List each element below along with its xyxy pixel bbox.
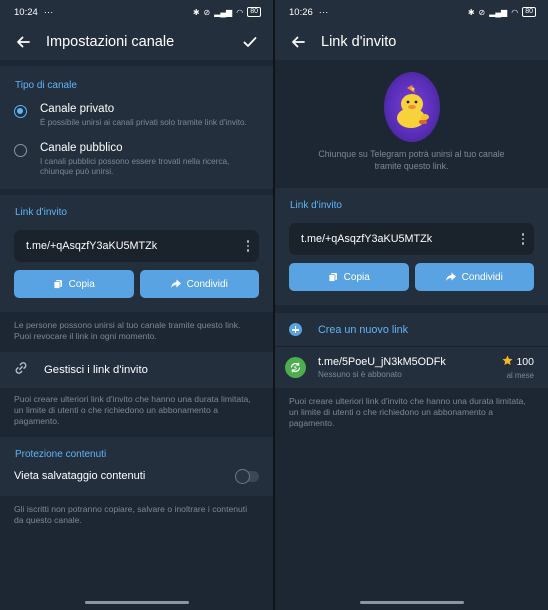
public-channel-radio[interactable] (14, 144, 27, 157)
back-arrow-icon[interactable] (12, 31, 34, 53)
public-channel-desc: I canali pubblici possono essere trovati… (40, 157, 230, 176)
manage-links-hint: Puoi creare ulteriori link d'invito che … (0, 388, 273, 437)
home-indicator (84, 601, 189, 604)
confirm-check-icon[interactable] (239, 31, 261, 53)
public-channel-option[interactable]: Canale pubblico I canali pubblici posson… (0, 134, 273, 183)
copy-button[interactable]: Copia (289, 263, 409, 291)
more-vert-icon[interactable] (246, 240, 249, 252)
back-arrow-icon[interactable] (287, 31, 309, 53)
copy-icon (53, 279, 63, 289)
hero-area: Chiunque su Telegram potrà unirsi al tuo… (275, 60, 548, 188)
subscription-link-icon: $ (285, 357, 306, 378)
status-bar: 10:26 ··· ✱ ⊘ ▂▄▆ ◠ 80 (275, 0, 548, 24)
status-bar: 10:24 ··· ✱ ⊘ ▂▄▆ ◠ 80 (0, 0, 273, 24)
create-new-link-label: Crea un nuovo link (318, 323, 409, 336)
svg-text:$: $ (294, 365, 297, 371)
restrict-saving-toggle[interactable] (235, 469, 259, 484)
invite-link-hint: Le persone possono unirsi al tuo canale … (0, 312, 273, 352)
status-dots: ··· (43, 6, 54, 18)
bluetooth-icon: ✱ (467, 7, 475, 17)
mute-icon: ⊘ (478, 7, 486, 17)
private-channel-radio[interactable] (14, 105, 27, 118)
wifi-icon: ◠ (511, 7, 519, 17)
private-channel-desc: È possibile unirsi ai canali privati sol… (40, 118, 247, 127)
share-icon (445, 272, 456, 282)
restrict-saving-label: Vieta salvataggio contenuti (14, 470, 146, 482)
page-title: Link d'invito (321, 34, 397, 50)
subscription-link-status: Nessuno si è abbonato (318, 370, 402, 379)
status-time: 10:26 (289, 6, 313, 18)
content-protection-title: Protezione contenuti (15, 449, 107, 460)
wifi-icon: ◠ (236, 7, 244, 17)
battery-icon: 80 (247, 7, 261, 17)
invite-link-title: Link d'invito (290, 200, 342, 211)
star-icon (502, 355, 513, 369)
manage-links-row[interactable]: Gestisci i link d'invito (0, 352, 273, 388)
manage-links-label: Gestisci i link d'invito (44, 364, 148, 376)
status-time: 10:24 (14, 6, 38, 18)
public-channel-label: Canale pubblico (40, 142, 123, 154)
share-button[interactable]: Condividi (414, 263, 534, 291)
subscription-link-name: t.me/5PoeU_jN3kM5ODFk (318, 356, 446, 368)
channel-settings-screen: 10:24 ··· ✱ ⊘ ▂▄▆ ◠ 80 Impostazioni cana… (0, 0, 273, 610)
copy-button[interactable]: Copia (14, 270, 134, 298)
create-new-link-button[interactable]: Crea un nuovo link (275, 313, 548, 347)
link-icon (14, 361, 28, 380)
subscription-price: 100 (516, 356, 534, 368)
additional-links-section: Crea un nuovo link $ t.me/5PoeU_jN3kM5OD… (275, 313, 548, 388)
invite-link-section: Link d'invito t.me/+qAsqzfY3aKU5MTZk Cop… (0, 195, 273, 312)
share-label: Condividi (461, 271, 503, 283)
battery-icon: 80 (522, 7, 536, 17)
home-indicator (359, 601, 464, 604)
invite-links-screen: 10:26 ··· ✱ ⊘ ▂▄▆ ◠ 80 Link d'invito Chi… (275, 0, 548, 610)
content-protection-section: Protezione contenuti Vieta salvataggio c… (0, 437, 273, 496)
app-bar: Link d'invito (275, 24, 548, 60)
share-label: Condividi (186, 278, 228, 290)
restrict-saving-row[interactable]: Vieta salvataggio contenuti (0, 466, 273, 496)
more-vert-icon[interactable] (521, 233, 524, 245)
copy-label: Copia (68, 278, 95, 290)
copy-icon (328, 272, 338, 282)
signal-icon: ▂▄▆ (214, 7, 233, 17)
invite-link-title: Link d'invito (15, 207, 67, 218)
invite-link-section: Link d'invito t.me/+qAsqzfY3aKU5MTZk Cop… (275, 188, 548, 305)
page-title: Impostazioni canale (46, 34, 175, 50)
invite-link-text: t.me/+qAsqzfY3aKU5MTZk (26, 240, 158, 252)
channel-type-section: Tipo di canale Canale privato È possibil… (0, 66, 273, 189)
mute-icon: ⊘ (203, 7, 211, 17)
private-channel-label: Canale privato (40, 103, 115, 115)
bluetooth-icon: ✱ (192, 7, 200, 17)
hero-text: Chiunque su Telegram potrà unirsi al tuo… (318, 149, 505, 171)
share-button[interactable]: Condividi (139, 270, 259, 298)
private-channel-option[interactable]: Canale privato È possibile unirsi ai can… (0, 97, 273, 134)
content-protection-hint: Gli iscritti non potranno copiare, salva… (0, 496, 273, 536)
subscription-link-item[interactable]: $ t.me/5PoeU_jN3kM5ODFk Nessuno si è abb… (275, 347, 548, 388)
channel-type-title: Tipo di canale (15, 80, 77, 91)
party-duck-sticker (383, 72, 440, 142)
invite-link-box[interactable]: t.me/+qAsqzfY3aKU5MTZk (289, 223, 534, 255)
copy-label: Copia (343, 271, 370, 283)
subscription-period: al mese (506, 371, 534, 380)
signal-icon: ▂▄▆ (489, 7, 508, 17)
invite-link-text: t.me/+qAsqzfY3aKU5MTZk (301, 233, 433, 245)
share-icon (170, 279, 181, 289)
status-dots: ··· (318, 6, 329, 18)
app-bar: Impostazioni canale (0, 24, 273, 60)
invite-link-box[interactable]: t.me/+qAsqzfY3aKU5MTZk (14, 230, 259, 262)
additional-links-hint: Puoi creare ulteriori link d'invito che … (275, 388, 548, 439)
plus-icon (289, 323, 302, 336)
